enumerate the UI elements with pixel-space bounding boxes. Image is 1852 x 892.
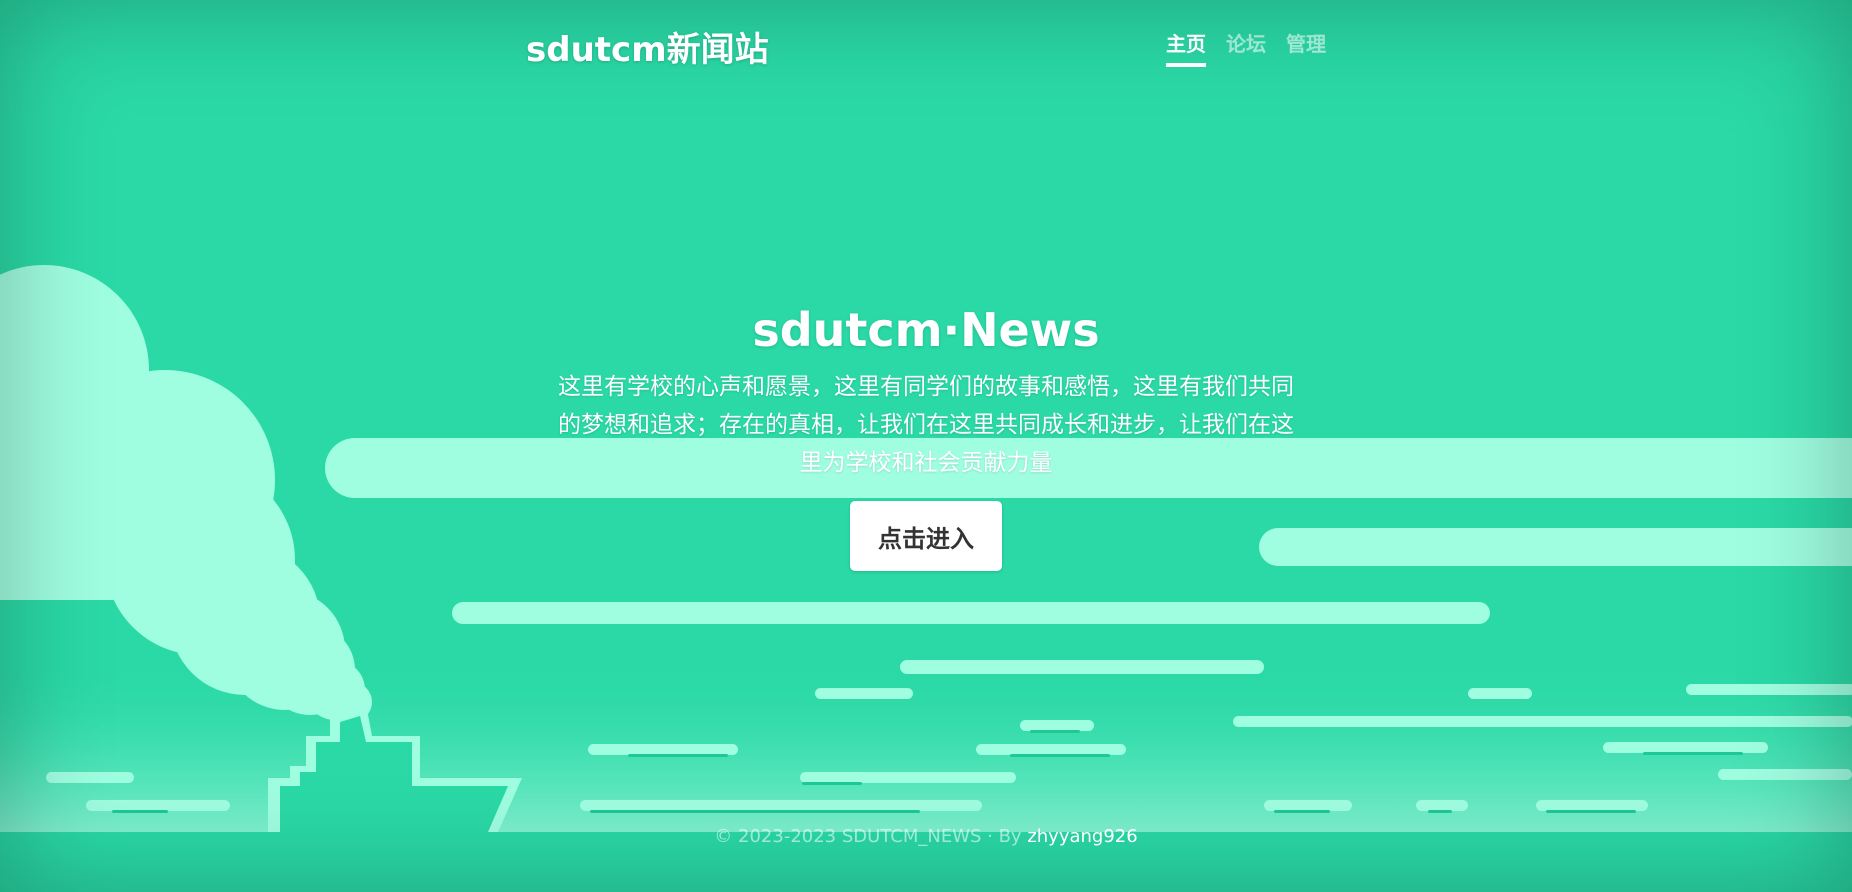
hero-lead: 这里有学校的心声和愿景，这里有同学们的故事和感悟，这里有我们共同的梦想和追求；存… [558,374,1294,476]
nav-item-forum[interactable]: 论坛 [1226,28,1266,67]
footer: © 2023-2023 SDUTCM_NEWS · By zhyyang926 [0,826,1852,847]
cloud-band-3 [452,602,1490,624]
hero-title: sdutcm·News [752,303,1100,357]
footer-author[interactable]: zhyyang926 [1027,826,1137,847]
site-brand[interactable]: sdutcm新闻站 [526,22,769,71]
cloud-band-4 [900,660,1264,674]
landing-page: sdutcm新闻站 主页 论坛 管理 sdutcm·News 这里有学校的心声和… [0,0,1852,892]
enter-button[interactable]: 点击进入 [850,501,1002,571]
nav-item-admin[interactable]: 管理 [1286,28,1326,67]
nav-item-home[interactable]: 主页 [1166,28,1206,67]
footer-copyright: © 2023-2023 SDUTCM_NEWS · By [714,826,1028,847]
cloud-left [0,265,372,722]
hero-section: sdutcm·News 这里有学校的心声和愿景，这里有同学们的故事和感悟，这里有… [554,300,1298,482]
cloud-band-2 [1259,528,1852,566]
main-nav: 主页 论坛 管理 [1166,28,1326,67]
